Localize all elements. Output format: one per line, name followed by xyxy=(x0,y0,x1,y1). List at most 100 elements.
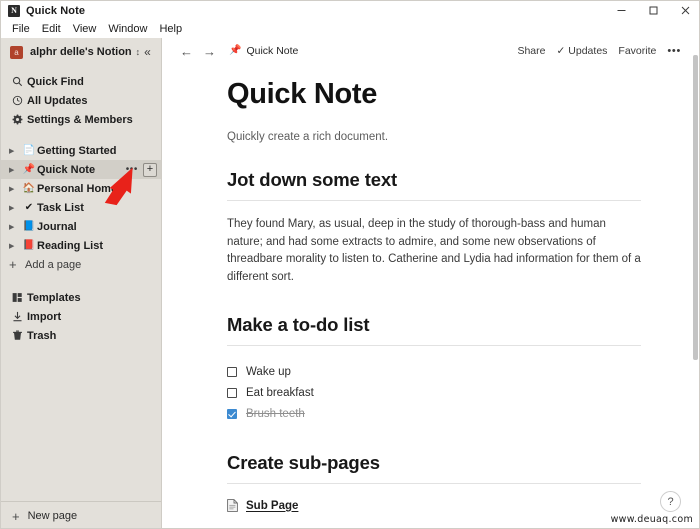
content-scrollbar-track[interactable] xyxy=(692,38,699,528)
sidebar-item-all-updates[interactable]: All Updates xyxy=(1,91,161,110)
page-more-options-button[interactable]: ••• xyxy=(124,164,140,175)
section-divider xyxy=(227,345,641,346)
page-subtitle[interactable]: Quickly create a rich document. xyxy=(227,131,641,143)
sidebar-item-label: Import xyxy=(27,310,62,323)
sidebar-item-label: All Updates xyxy=(27,94,88,107)
content-topbar: ← → 📌 Quick Note Share ✓ Updates Favorit… xyxy=(163,38,693,64)
checkmark-icon: ✓ xyxy=(556,45,566,57)
chevron-right-icon[interactable]: ▶ xyxy=(9,223,21,231)
heading-jot-down-some-text[interactable]: Jot down some text xyxy=(227,169,641,191)
watermark: www.deuaq.com xyxy=(610,514,693,525)
todo-item[interactable]: Wake up xyxy=(227,361,641,382)
todo-item[interactable]: Eat breakfast xyxy=(227,382,641,403)
todo-label: Eat breakfast xyxy=(246,386,314,399)
pushpin-icon: 📌 xyxy=(22,163,36,175)
collapse-sidebar-icon[interactable]: « xyxy=(140,44,155,60)
page-add-subpage-button[interactable]: + xyxy=(143,162,157,177)
sidebar-page-label: Task List xyxy=(37,201,84,214)
share-button[interactable]: Share xyxy=(517,45,545,57)
arrow-left-icon[interactable]: ← xyxy=(175,45,198,58)
chevron-right-icon[interactable]: ▶ xyxy=(9,204,21,212)
menu-window[interactable]: Window xyxy=(102,20,153,38)
sidebar-page-getting-started[interactable]: ▶ 📄 Getting Started xyxy=(1,141,161,160)
sidebar-page-quick-note[interactable]: ▶ 📌 Quick Note ••• + xyxy=(1,160,161,179)
sidebar-pages-section: ▶ 📄 Getting Started ▶ 📌 Quick Note ••• +… xyxy=(1,129,161,274)
sidebar-page-personal-home[interactable]: ▶ 🏠 Personal Home xyxy=(1,179,161,198)
sub-page-label: Sub Page xyxy=(246,499,299,512)
heading-create-sub-pages[interactable]: Create sub-pages xyxy=(227,452,641,474)
sidebar-item-label: Trash xyxy=(27,329,57,342)
menu-view[interactable]: View xyxy=(67,20,103,38)
checkbox-icon[interactable] xyxy=(227,387,237,398)
todo-label: Wake up xyxy=(246,365,291,378)
plus-icon: + xyxy=(12,508,20,524)
checkbox-checked-icon[interactable] xyxy=(227,408,237,419)
sidebar-page-task-list[interactable]: ▶ ✔ Task List xyxy=(1,198,161,217)
sidebar-page-journal[interactable]: ▶ 📘 Journal xyxy=(1,217,161,236)
templates-icon xyxy=(12,292,27,303)
notion-desktop-window: Quick Note File Edit View Window Help al… xyxy=(0,0,700,529)
menu-file[interactable]: File xyxy=(6,20,36,38)
window-title: Quick Note xyxy=(26,4,86,17)
workspace-switcher[interactable]: alphr delle's Notion ↕ « xyxy=(1,38,161,66)
new-page-button[interactable]: + New page xyxy=(1,501,161,528)
menu-edit[interactable]: Edit xyxy=(36,20,67,38)
section-divider xyxy=(227,483,641,484)
minimize-icon[interactable] xyxy=(605,1,637,20)
new-page-label: New page xyxy=(27,510,78,522)
menu-bar: File Edit View Window Help xyxy=(1,20,699,38)
help-button[interactable]: ? xyxy=(660,491,681,512)
sidebar-item-settings-members[interactable]: Settings & Members xyxy=(1,110,161,129)
chevron-right-icon[interactable]: ▶ xyxy=(9,166,21,174)
todo-item[interactable]: Brush teeth xyxy=(227,403,641,424)
document-icon: 📄 xyxy=(22,144,36,156)
paragraph-jot[interactable]: They found Mary, as usual, deep in the s… xyxy=(227,216,641,286)
sidebar: alphr delle's Notion ↕ « Quick Find All … xyxy=(1,38,162,528)
sidebar-page-label: Personal Home xyxy=(37,182,118,195)
chevron-right-icon[interactable]: ▶ xyxy=(9,185,21,193)
house-icon: 🏠 xyxy=(22,182,36,194)
sidebar-item-label: Quick Find xyxy=(27,75,84,88)
sidebar-item-trash[interactable]: Trash xyxy=(1,326,161,345)
chevron-right-icon[interactable]: ▶ xyxy=(9,242,21,250)
sidebar-item-import[interactable]: Import xyxy=(1,307,161,326)
checkmark-icon: ✔ xyxy=(24,201,34,213)
menu-help[interactable]: Help xyxy=(153,20,188,38)
sidebar-item-quick-find[interactable]: Quick Find xyxy=(1,72,161,91)
sidebar-page-reading-list[interactable]: ▶ 📕 Reading List xyxy=(1,236,161,255)
notion-logo-icon xyxy=(8,4,20,17)
sidebar-add-a-page-label: Add a page xyxy=(25,258,82,271)
section-divider xyxy=(227,200,641,201)
plus-icon: + xyxy=(9,257,17,272)
chevron-right-icon[interactable]: ▶ xyxy=(9,147,21,155)
red-book-icon: 📕 xyxy=(22,239,36,251)
updates-button[interactable]: ✓ Updates xyxy=(556,45,607,57)
gear-icon xyxy=(12,114,27,125)
blue-book-icon: 📘 xyxy=(22,220,36,232)
close-icon[interactable] xyxy=(669,1,699,20)
sidebar-item-label: Templates xyxy=(27,291,81,304)
topbar-actions: Share ✓ Updates Favorite ••• xyxy=(517,45,681,57)
checkbox-icon[interactable] xyxy=(227,366,237,377)
search-icon xyxy=(12,76,27,87)
sidebar-page-actions: ••• + xyxy=(124,162,157,177)
maximize-icon[interactable] xyxy=(637,1,669,20)
clock-icon xyxy=(12,95,27,106)
todo-list: Wake up Eat breakfast Brush teeth xyxy=(227,361,641,424)
arrow-right-icon[interactable]: → xyxy=(198,45,221,58)
content-scrollbar-thumb[interactable] xyxy=(693,55,698,360)
favorite-button[interactable]: Favorite xyxy=(618,45,656,57)
updates-label: Updates xyxy=(568,45,608,57)
sub-page-link[interactable]: Sub Page xyxy=(227,499,641,512)
heading-make-a-todo-list[interactable]: Make a to-do list xyxy=(227,314,641,336)
trash-icon xyxy=(12,330,27,341)
page-more-menu-button[interactable]: ••• xyxy=(667,45,681,57)
document-body: Quick Note Quickly create a rich documen… xyxy=(163,64,693,528)
page-title[interactable]: Quick Note xyxy=(227,78,641,111)
breadcrumb[interactable]: Quick Note xyxy=(246,45,298,57)
title-bar: Quick Note xyxy=(1,1,699,20)
sidebar-item-templates[interactable]: Templates xyxy=(1,288,161,307)
sidebar-add-a-page-button[interactable]: + Add a page xyxy=(1,255,161,274)
document-icon xyxy=(227,499,238,512)
sidebar-page-label: Getting Started xyxy=(37,144,117,157)
